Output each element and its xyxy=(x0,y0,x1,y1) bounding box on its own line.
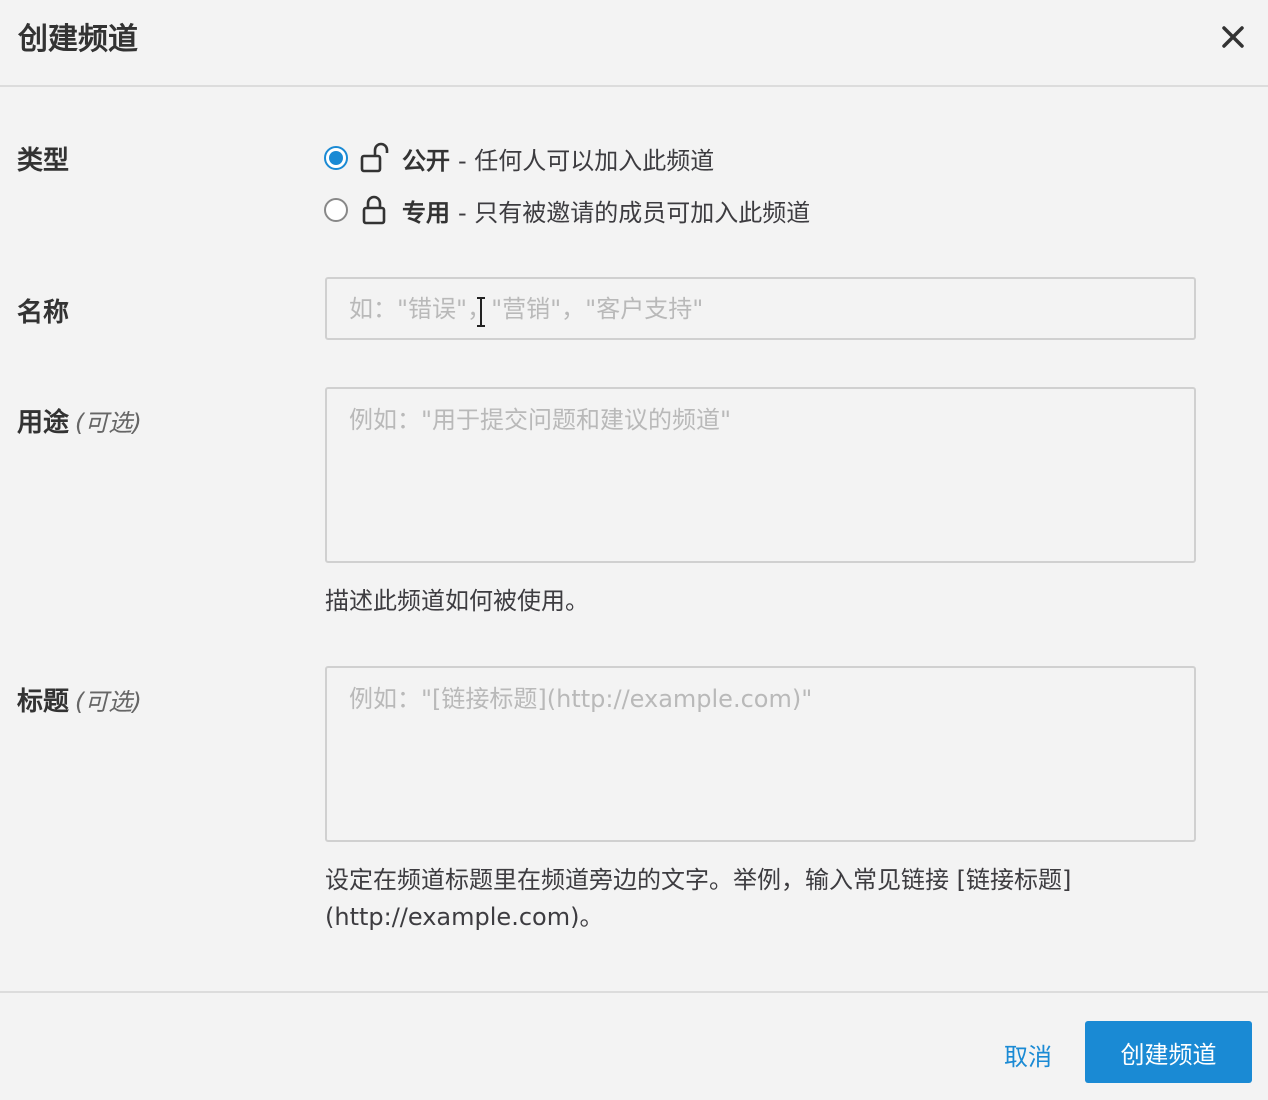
create-channel-button[interactable]: 创建频道 xyxy=(1085,1021,1252,1083)
purpose-help-text: 描述此频道如何被使用。 xyxy=(325,587,589,615)
unlocked-lock-icon xyxy=(360,142,389,173)
dialog-header: 创建频道 xyxy=(0,0,1268,87)
private-radio[interactable] xyxy=(324,198,348,222)
public-option-name: 公开 xyxy=(402,146,450,175)
header-help-text: 设定在频道标题里在频道旁边的文字。举例，输入常见链接 [链接标题](http:/… xyxy=(325,866,1072,931)
purpose-optional-hint: (可选) xyxy=(75,409,142,437)
header-label-text: 标题 xyxy=(17,687,70,717)
name-label: 名称 xyxy=(17,298,70,328)
footer-divider xyxy=(0,991,1268,993)
header-optional-hint: (可选) xyxy=(75,688,142,716)
create-channel-dialog: 创建频道 类型 公开 - 任何人可以加入此频道 专用 - 只有被邀请的成员可加入… xyxy=(0,0,1268,1100)
text-cursor-icon xyxy=(477,297,485,327)
purpose-label: 用途 (可选) xyxy=(17,402,142,439)
radio-option-public[interactable]: 公开 - 任何人可以加入此频道 xyxy=(324,141,714,175)
private-option-name: 专用 xyxy=(402,198,450,227)
private-option-description: - 只有被邀请的成员可加入此频道 xyxy=(458,198,811,227)
channel-header-input[interactable] xyxy=(325,666,1196,842)
channel-purpose-input[interactable] xyxy=(325,387,1196,563)
channel-name-input[interactable] xyxy=(325,277,1196,340)
purpose-label-text: 用途 xyxy=(17,408,70,438)
close-button[interactable] xyxy=(1216,20,1250,54)
lock-icon xyxy=(362,195,386,225)
header-label: 标题 (可选) xyxy=(17,681,142,718)
cancel-button[interactable]: 取消 xyxy=(990,1032,1066,1076)
dialog-title: 创建频道 xyxy=(18,22,138,57)
type-label: 类型 xyxy=(17,146,70,176)
public-radio[interactable] xyxy=(324,146,348,170)
close-icon xyxy=(1222,26,1244,48)
radio-option-private[interactable]: 专用 - 只有被邀请的成员可加入此频道 xyxy=(324,193,810,227)
public-option-description: - 任何人可以加入此频道 xyxy=(458,146,715,175)
